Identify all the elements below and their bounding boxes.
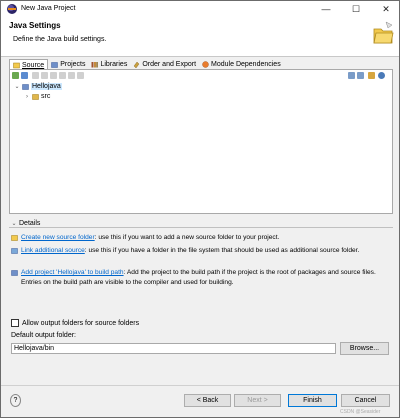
detail-text: : use this if you want to add a new sour… [94, 234, 280, 241]
tab-label: Projects [60, 61, 86, 68]
source-icon [13, 62, 20, 69]
divider [1, 385, 399, 386]
watermark: CSDN @Seasider [340, 409, 381, 415]
maximize-button[interactable]: ☐ [341, 1, 371, 17]
details-section: Create new source folder: use this if yo… [9, 227, 393, 313]
inclusion-filter-icon[interactable] [32, 72, 39, 79]
module-icon [202, 61, 209, 68]
finish-button[interactable]: Finish [288, 394, 337, 407]
page-title: Java Settings [9, 21, 61, 30]
default-output-label: Default output folder: [11, 332, 76, 339]
details-toggle[interactable]: ⌄ Details [11, 220, 40, 227]
browse-button[interactable]: Browse... [340, 342, 389, 355]
cancel-button[interactable]: Cancel [341, 394, 390, 407]
tab-label: Libraries [100, 61, 128, 68]
collapse-all-icon[interactable] [357, 72, 364, 79]
tree-item-src[interactable]: › src [24, 92, 50, 101]
tree-item-label: Hellojava [31, 83, 62, 90]
tree-item-label: src [41, 93, 51, 100]
default-output-field[interactable]: Hellojava/bin [11, 343, 336, 354]
help-icon[interactable] [378, 72, 385, 79]
java-project-icon [11, 270, 18, 276]
tab-label: Source [22, 61, 45, 69]
chevron-down-icon: ⌄ [11, 221, 17, 227]
back-button[interactable]: < Back [184, 394, 231, 407]
chevron-down-icon[interactable]: ⌄ [14, 83, 20, 90]
help-button[interactable]: ? [10, 394, 21, 407]
detail-item: Create new source folder: use this if yo… [11, 233, 383, 243]
ignore-optional-icon[interactable] [68, 72, 75, 79]
output-folder-icon[interactable] [50, 72, 57, 79]
page-description: Define the Java build settings. [13, 36, 107, 43]
window-title: New Java Project [21, 5, 76, 12]
detail-item: Add project 'Hellojava' to build path: A… [11, 268, 383, 287]
link-additional-source-link[interactable]: Link additional source [21, 247, 85, 254]
java-project-icon [22, 84, 29, 90]
allow-output-folders-option[interactable]: Allow output folders for source folders [11, 319, 139, 327]
link-source-icon [11, 248, 18, 254]
source-toolbar [12, 72, 392, 81]
link-source-icon[interactable] [21, 72, 28, 79]
add-project-to-build-path-link[interactable]: Add project 'Hellojava' to build path [21, 269, 124, 276]
next-button[interactable]: Next > [234, 394, 281, 407]
tab-label: Order and Export [142, 61, 197, 68]
source-panel: ⌄ Hellojava › src [9, 69, 393, 214]
projects-icon [51, 61, 58, 68]
detail-item: Link additional source: use this if you … [11, 246, 383, 256]
tree-item-project[interactable]: ⌄ Hellojava [14, 82, 62, 91]
order-icon [133, 61, 140, 69]
tab-label: Module Dependencies [211, 61, 281, 68]
new-java-project-window: New Java Project — ☐ ✕ Java Settings Def… [0, 0, 400, 418]
eclipse-icon [7, 4, 17, 14]
add-folder-icon[interactable] [12, 72, 19, 79]
detail-text: : use this if you have a folder in the f… [84, 247, 360, 254]
allow-output-folders-checkbox[interactable] [11, 319, 19, 327]
new-folder-icon [373, 21, 394, 44]
allow-output-folders-label: Allow output folders for source folders [22, 319, 140, 327]
native-library-icon[interactable] [59, 72, 66, 79]
libraries-icon [91, 61, 99, 68]
chevron-right-icon[interactable]: › [24, 94, 30, 100]
details-header: Details [19, 220, 41, 227]
minimize-button[interactable]: — [311, 1, 341, 17]
link-with-editor-icon[interactable] [368, 72, 375, 79]
create-source-folder-link[interactable]: Create new source folder [21, 234, 95, 241]
close-button[interactable]: ✕ [371, 1, 400, 17]
package-folder-icon [32, 94, 39, 100]
remove-icon[interactable] [77, 72, 84, 79]
add-folder-icon [11, 235, 18, 241]
title-bar[interactable]: New Java Project — ☐ ✕ [1, 1, 399, 17]
expand-all-icon[interactable] [348, 72, 355, 79]
wizard-banner: Java Settings Define the Java build sett… [1, 17, 399, 57]
exclusion-filter-icon[interactable] [41, 72, 48, 79]
